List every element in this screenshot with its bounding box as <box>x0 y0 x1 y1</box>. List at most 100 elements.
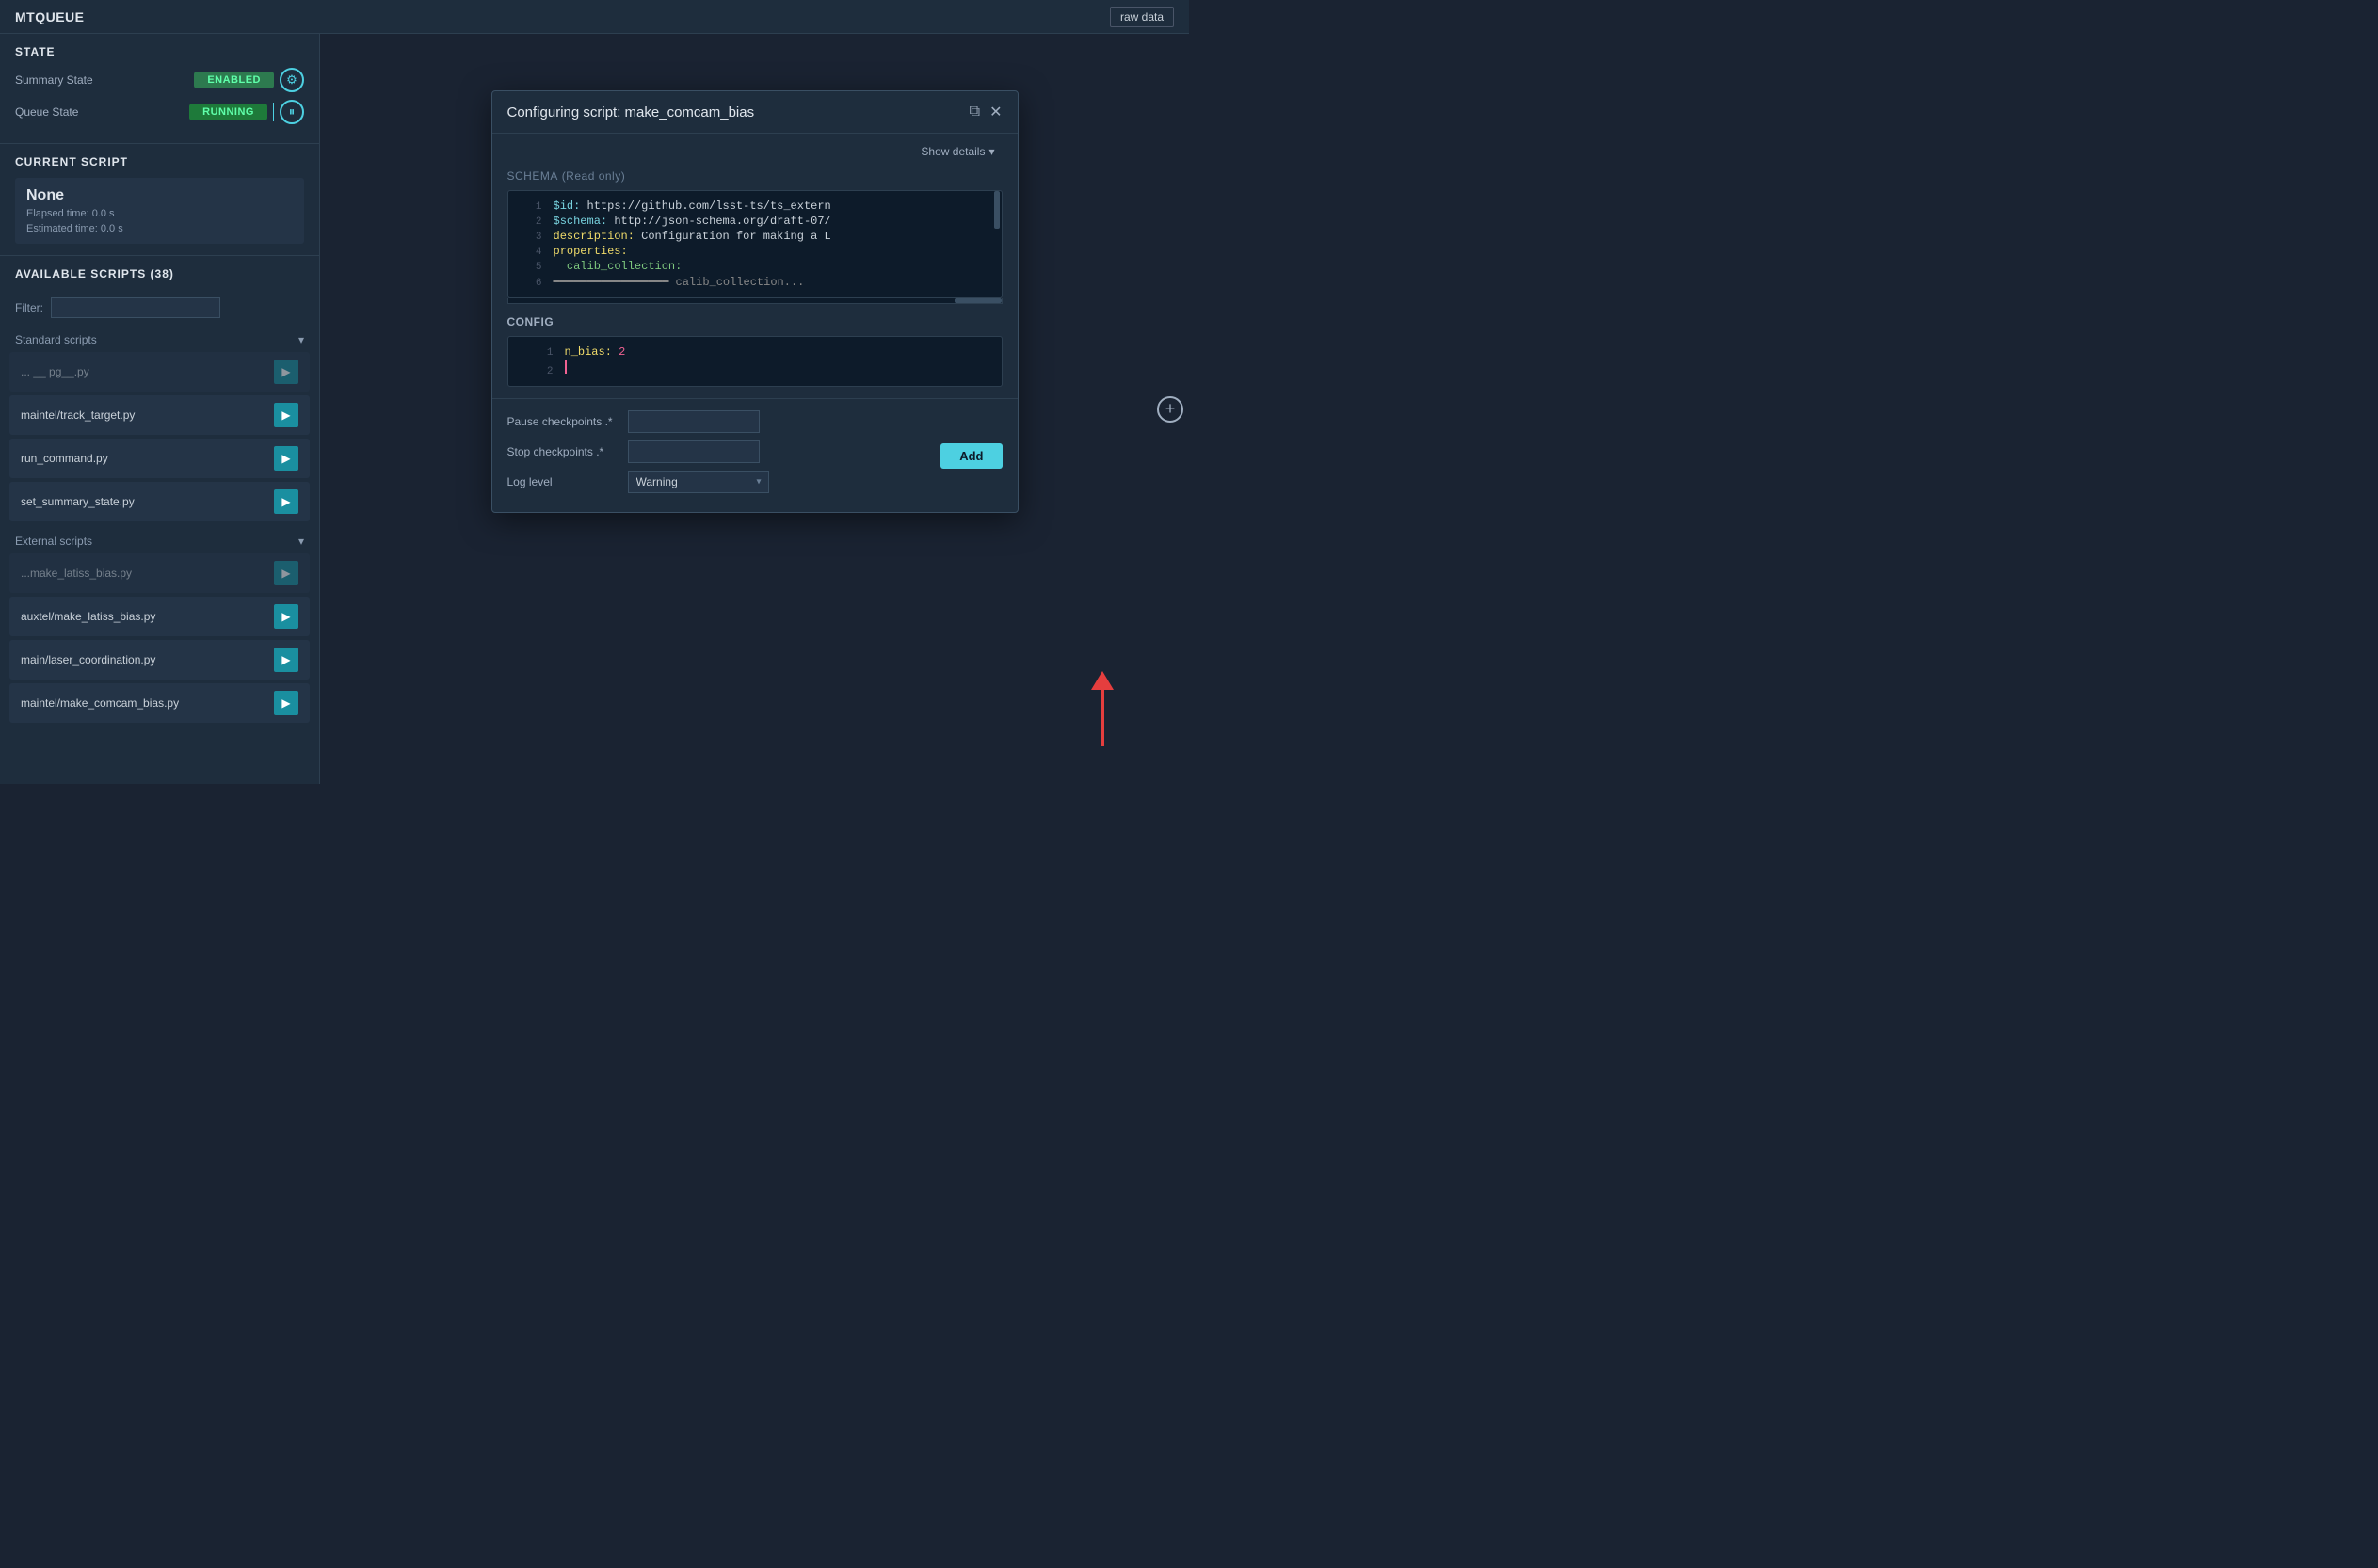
pause-checkpoints-label: Pause checkpoints .* <box>507 415 620 428</box>
modal-header: Configuring script: make_comcam_bias ⧉ ✕ <box>492 91 1018 134</box>
play-icon: ▶ <box>281 495 290 508</box>
modal-header-actions: ⧉ ✕ <box>970 103 1003 121</box>
current-script-name: None <box>26 187 293 204</box>
pause-checkpoints-input[interactable] <box>628 410 760 433</box>
summary-state-row: Summary State ENABLED ⚙ <box>15 68 304 92</box>
show-details-button[interactable]: Show details ▾ <box>906 137 1009 166</box>
state-divider <box>273 103 274 121</box>
close-icon: ✕ <box>989 104 1002 120</box>
queue-state-badge: RUNNING <box>189 104 267 120</box>
configure-script-dialog: Configuring script: make_comcam_bias ⧉ ✕… <box>491 90 1019 513</box>
play-icon: ▶ <box>281 610 290 623</box>
standard-scripts-chevron: ▾ <box>298 333 304 346</box>
schema-section: SCHEMA (Read only) 1 $id: https://github… <box>492 169 1018 315</box>
queue-state-label: Queue State <box>15 105 78 119</box>
modal-copy-button[interactable]: ⧉ <box>970 104 980 120</box>
text-cursor <box>565 360 567 374</box>
schema-hscroll-thumb <box>955 298 1002 303</box>
list-item[interactable]: maintel/track_target.py ▶ <box>9 395 310 435</box>
main-content: STATE Summary State ENABLED ⚙ Queue Stat… <box>0 34 1189 784</box>
schema-vertical-scrollbar <box>994 191 1000 297</box>
filter-input[interactable] <box>51 297 220 318</box>
pause-icon: ⏸ <box>289 104 296 120</box>
config-editor[interactable]: 1 n_bias: 2 2 <box>507 336 1003 387</box>
standard-scripts-header: Standard scripts ▾ <box>9 328 310 352</box>
play-icon: ▶ <box>281 653 290 666</box>
script-launch-button[interactable]: ▶ <box>274 360 298 384</box>
pause-checkpoints-row: Pause checkpoints .* <box>507 410 926 433</box>
stop-checkpoints-label: Stop checkpoints .* <box>507 445 620 458</box>
state-section: STATE Summary State ENABLED ⚙ Queue Stat… <box>0 34 319 144</box>
stop-checkpoints-row: Stop checkpoints .* <box>507 440 926 463</box>
modal-footer: Pause checkpoints .* Stop checkpoints .*… <box>492 398 1018 512</box>
list-item[interactable]: auxtel/make_latiss_bias.py ▶ <box>9 597 310 636</box>
script-launch-button[interactable]: ▶ <box>274 561 298 585</box>
external-scripts-header: External scripts ▾ <box>9 529 310 553</box>
list-item[interactable]: ... __ pg__.py ▶ <box>9 352 310 392</box>
script-name: ...make_latiss_bias.py <box>21 567 132 580</box>
list-item[interactable]: maintel/make_comcam_bias.py ▶ <box>9 683 310 723</box>
script-name: main/laser_coordination.py <box>21 653 155 666</box>
log-level-select[interactable]: Debug Info Warning Error Critical <box>628 471 769 493</box>
plus-icon: + <box>1165 399 1176 419</box>
schema-line-4: 4 properties: <box>508 244 983 259</box>
script-launch-button[interactable]: ▶ <box>274 446 298 471</box>
left-panel: STATE Summary State ENABLED ⚙ Queue Stat… <box>0 34 320 784</box>
scripts-list: Standard scripts ▾ ... __ pg__.py ▶ main… <box>0 328 319 784</box>
script-launch-button[interactable]: ▶ <box>274 403 298 427</box>
modal-overlay: Configuring script: make_comcam_bias ⧉ ✕… <box>320 34 1189 784</box>
play-icon: ▶ <box>281 365 290 378</box>
external-scripts-chevron: ▾ <box>298 535 304 548</box>
show-details-label: Show details <box>921 145 985 158</box>
script-launch-button[interactable]: ▶ <box>274 604 298 629</box>
play-icon: ▶ <box>281 408 290 422</box>
modal-title: Configuring script: make_comcam_bias <box>507 104 755 120</box>
top-bar: MTQUEUE raw data <box>0 0 1189 34</box>
raw-data-button[interactable]: raw data <box>1110 7 1174 27</box>
list-item[interactable]: ...make_latiss_bias.py ▶ <box>9 553 310 593</box>
stop-checkpoints-input[interactable] <box>628 440 760 463</box>
script-name: set_summary_state.py <box>21 495 135 508</box>
external-scripts-label: External scripts <box>15 535 92 548</box>
summary-state-controls: ENABLED ⚙ <box>194 68 304 92</box>
script-launch-button[interactable]: ▶ <box>274 648 298 672</box>
summary-state-gear-button[interactable]: ⚙ <box>280 68 304 92</box>
schema-line-2: 2 $schema: http://json-schema.org/draft-… <box>508 214 983 229</box>
standard-scripts-label: Standard scripts <box>15 333 97 346</box>
elapsed-time: Elapsed time: 0.0 s <box>26 208 293 219</box>
schema-line-3: 3 description: Configuration for making … <box>508 229 983 244</box>
estimated-time: Estimated time: 0.0 s <box>26 223 293 234</box>
schema-line-6: 6 ━━━━━━━━━━━━━━━━━ calib_collection... <box>508 274 983 290</box>
schema-line-5: 5 calib_collection: <box>508 259 983 274</box>
log-level-select-wrapper: Debug Info Warning Error Critical <box>628 471 769 493</box>
script-launch-button[interactable]: ▶ <box>274 691 298 715</box>
copy-icon: ⧉ <box>970 104 980 120</box>
add-script-button[interactable]: Add <box>940 443 1002 469</box>
filter-row: Filter: <box>0 297 319 328</box>
queue-state-pause-button[interactable]: ⏸ <box>280 100 304 124</box>
schema-scrollbar-thumb <box>994 191 1000 229</box>
list-item[interactable]: run_command.py ▶ <box>9 439 310 478</box>
script-launch-button[interactable]: ▶ <box>274 489 298 514</box>
play-icon: ▶ <box>281 567 290 580</box>
available-scripts-title: AVAILABLE SCRIPTS (38) <box>15 267 174 280</box>
list-item[interactable]: set_summary_state.py ▶ <box>9 482 310 521</box>
log-level-label: Log level <box>507 475 620 488</box>
add-circle-button[interactable]: + <box>1157 396 1183 423</box>
script-name: auxtel/make_latiss_bias.py <box>21 610 155 623</box>
footer-fields: Pause checkpoints .* Stop checkpoints .*… <box>507 410 926 501</box>
schema-editor-wrapper: 1 $id: https://github.com/lsst-ts/ts_ext… <box>507 190 1003 304</box>
schema-horizontal-scrollbar <box>507 298 1003 304</box>
modal-close-button[interactable]: ✕ <box>989 103 1002 121</box>
script-name: run_command.py <box>21 452 108 465</box>
queue-state-row: Queue State RUNNING ⏸ <box>15 100 304 124</box>
current-script-title: CURRENT SCRIPT <box>15 155 304 168</box>
script-name: ... __ pg__.py <box>21 365 89 378</box>
chevron-down-icon: ▾ <box>988 145 994 158</box>
schema-editor[interactable]: 1 $id: https://github.com/lsst-ts/ts_ext… <box>507 190 1003 298</box>
script-name: maintel/make_comcam_bias.py <box>21 696 179 710</box>
gear-icon: ⚙ <box>286 72 297 88</box>
list-item[interactable]: main/laser_coordination.py ▶ <box>9 640 310 680</box>
state-title: STATE <box>15 45 304 58</box>
filter-label: Filter: <box>15 301 43 314</box>
